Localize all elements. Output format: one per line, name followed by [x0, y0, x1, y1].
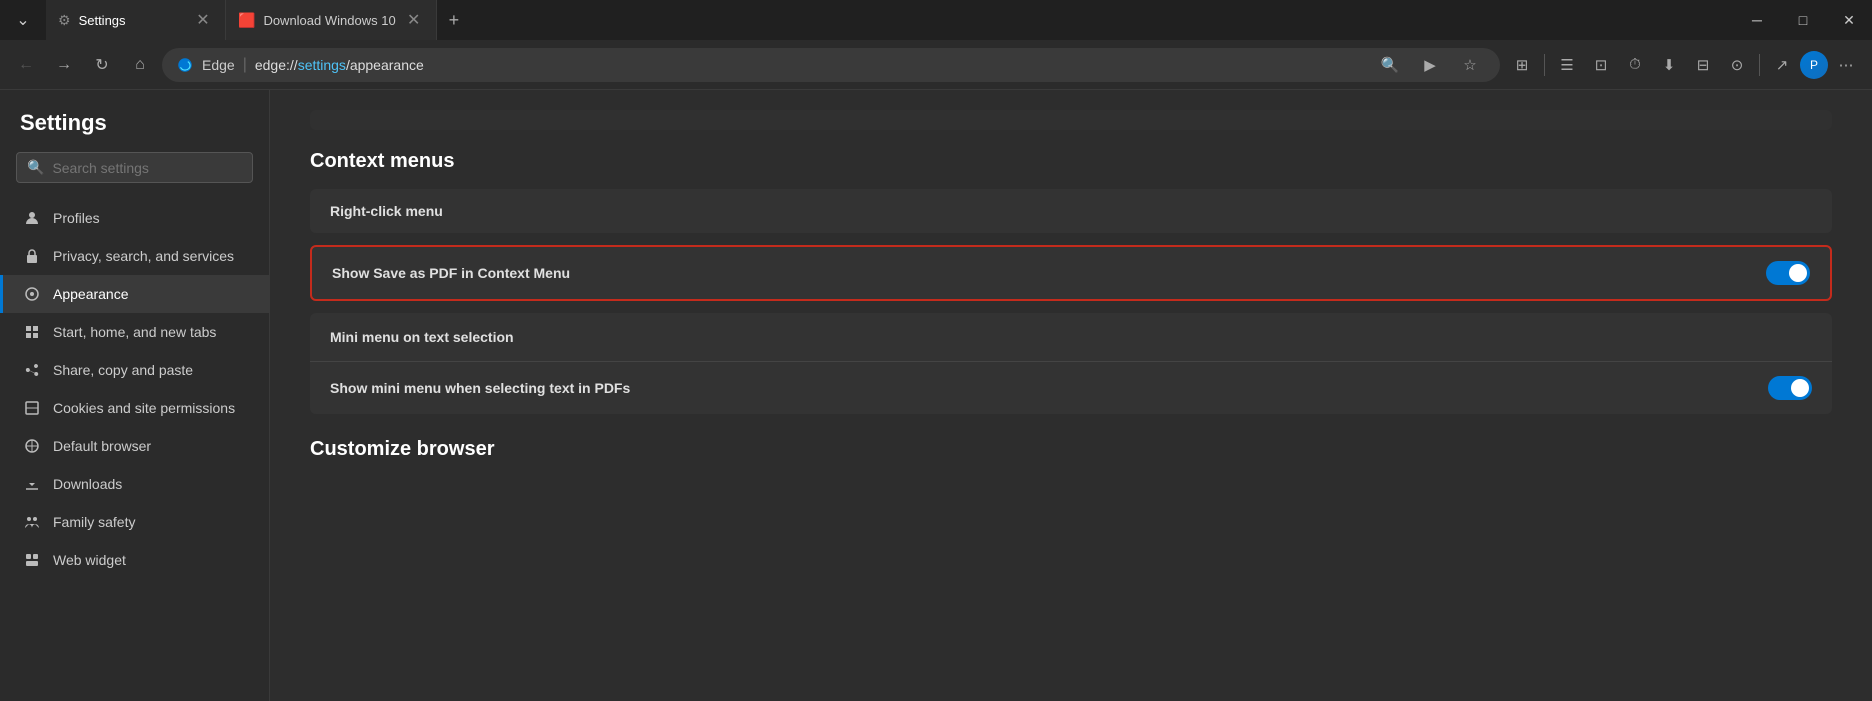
- close-button[interactable]: ✕: [1826, 0, 1872, 40]
- mini-menu-pdf-row: Show mini menu when selecting text in PD…: [310, 362, 1832, 414]
- edge-logo-icon: [176, 56, 194, 74]
- customize-browser-title: Customize browser: [310, 438, 1832, 461]
- collections-button[interactable]: ☰: [1551, 49, 1583, 81]
- browser-essentials-button[interactable]: ⊙: [1721, 49, 1753, 81]
- screenshot-button[interactable]: ⊟: [1687, 49, 1719, 81]
- new-tab-button[interactable]: +: [437, 0, 472, 40]
- sidebar-item-privacy[interactable]: Privacy, search, and services: [0, 237, 269, 275]
- minimize-button[interactable]: ─: [1734, 0, 1780, 40]
- refresh-button[interactable]: ↻: [86, 49, 118, 81]
- tab-download[interactable]: 🟥 Download Windows 10 ✕: [226, 0, 437, 40]
- tab-list-button[interactable]: ⌄: [0, 0, 46, 40]
- mini-menu-section-header: Mini menu on text selection: [310, 313, 1832, 362]
- zoom-button[interactable]: 🔍: [1374, 49, 1406, 81]
- main-content: Settings 🔍 Profiles Privacy, search, and…: [0, 90, 1872, 701]
- mini-menu-pdf-toggle-thumb: [1791, 379, 1809, 397]
- forward-button[interactable]: →: [48, 49, 80, 81]
- sidebar-item-appearance-label: Appearance: [53, 286, 129, 302]
- settings-tab-close[interactable]: ✕: [193, 10, 213, 30]
- privacy-icon: [23, 247, 41, 265]
- settings-tab-label: Settings: [79, 13, 126, 28]
- address-text: edge://settings/appearance: [255, 57, 1366, 73]
- save-pdf-card: Show Save as PDF in Context Menu: [310, 245, 1832, 301]
- sidebar-item-cookies-label: Cookies and site permissions: [53, 400, 235, 416]
- window-controls: ─ □ ✕: [1734, 0, 1872, 40]
- download-tab-icon: 🟥: [238, 12, 255, 29]
- sidebar-item-profiles[interactable]: Profiles: [0, 199, 269, 237]
- profiles-icon: [23, 209, 41, 227]
- more-options-button[interactable]: ⋯: [1830, 49, 1862, 81]
- sidebar-item-start[interactable]: Start, home, and new tabs: [0, 313, 269, 351]
- mini-menu-pdf-toggle[interactable]: [1768, 376, 1812, 400]
- mini-menu-card: Mini menu on text selection Show mini me…: [310, 313, 1832, 414]
- sidebar-item-share[interactable]: Share, copy and paste: [0, 351, 269, 389]
- address-highlight: settings: [298, 57, 346, 73]
- downloads-toolbar-button[interactable]: ⬇: [1653, 49, 1685, 81]
- sidebar-title: Settings: [0, 110, 269, 152]
- cookies-icon: [23, 399, 41, 417]
- sidebar-item-cookies[interactable]: Cookies and site permissions: [0, 389, 269, 427]
- sidebar-item-default[interactable]: Default browser: [0, 427, 269, 465]
- toolbar-icons: ⊞ ☰ ⊡ ⏱ ⬇ ⊟ ⊙ ↗ P ⋯: [1506, 49, 1862, 81]
- share-button[interactable]: ↗: [1766, 49, 1798, 81]
- settings-content: Context menus Right-click menu Show Save…: [270, 90, 1872, 701]
- history-button[interactable]: ⏱: [1619, 49, 1651, 81]
- appearance-icon: [23, 285, 41, 303]
- sidebar-item-downloads[interactable]: Downloads: [0, 465, 269, 503]
- top-partial-card: [310, 110, 1832, 130]
- right-click-card: Right-click menu: [310, 189, 1832, 233]
- sidebar-item-appearance[interactable]: Appearance: [0, 275, 269, 313]
- save-pdf-toggle-thumb: [1789, 264, 1807, 282]
- toolbar-divider: [1544, 54, 1545, 76]
- address-separator: |: [243, 56, 247, 74]
- family-icon: [23, 513, 41, 531]
- save-pdf-toggle[interactable]: [1766, 261, 1810, 285]
- immersive-reader-button[interactable]: ⊡: [1585, 49, 1617, 81]
- search-box[interactable]: 🔍: [16, 152, 253, 183]
- webwidget-icon: [23, 551, 41, 569]
- sidebar-item-webwidget[interactable]: Web widget: [0, 541, 269, 579]
- profile-avatar[interactable]: P: [1800, 51, 1828, 79]
- tab-settings[interactable]: ⚙ Settings ✕: [46, 0, 226, 40]
- edge-label: Edge: [202, 57, 235, 73]
- sidebar-item-privacy-label: Privacy, search, and services: [53, 248, 234, 264]
- start-icon: [23, 323, 41, 341]
- sidebar-item-start-label: Start, home, and new tabs: [53, 324, 216, 340]
- sidebar: Settings 🔍 Profiles Privacy, search, and…: [0, 90, 270, 701]
- download-tab-close[interactable]: ✕: [404, 10, 424, 30]
- favorites-button[interactable]: ☆: [1454, 49, 1486, 81]
- mini-menu-pdf-label: Show mini menu when selecting text in PD…: [330, 380, 630, 396]
- sidebar-item-default-label: Default browser: [53, 438, 151, 454]
- sidebar-item-webwidget-label: Web widget: [53, 552, 126, 568]
- sidebar-item-profiles-label: Profiles: [53, 210, 100, 226]
- tab-area: ⚙ Settings ✕ 🟥 Download Windows 10 ✕ +: [46, 0, 1734, 40]
- sidebar-item-downloads-label: Downloads: [53, 476, 122, 492]
- maximize-button[interactable]: □: [1780, 0, 1826, 40]
- extensions-button[interactable]: ⊞: [1506, 49, 1538, 81]
- right-click-menu-label: Right-click menu: [330, 203, 443, 219]
- save-pdf-label: Show Save as PDF in Context Menu: [332, 265, 570, 281]
- search-input[interactable]: [52, 160, 242, 176]
- title-bar: ⌄ ⚙ Settings ✕ 🟥 Download Windows 10 ✕ +…: [0, 0, 1872, 40]
- sidebar-item-share-label: Share, copy and paste: [53, 362, 193, 378]
- address-bar[interactable]: Edge | edge://settings/appearance 🔍 ▶ ☆: [162, 48, 1500, 82]
- context-menus-title: Context menus: [310, 150, 1832, 173]
- default-browser-icon: [23, 437, 41, 455]
- toolbar-divider2: [1759, 54, 1760, 76]
- read-aloud-button[interactable]: ▶: [1414, 49, 1446, 81]
- save-pdf-row: Show Save as PDF in Context Menu: [312, 247, 1830, 299]
- settings-tab-icon: ⚙: [58, 12, 71, 29]
- right-click-menu-row: Right-click menu: [310, 189, 1832, 233]
- share-icon: [23, 361, 41, 379]
- back-button[interactable]: ←: [10, 49, 42, 81]
- search-icon: 🔍: [27, 159, 44, 176]
- home-button[interactable]: ⌂: [124, 49, 156, 81]
- navigation-bar: ← → ↻ ⌂ Edge | edge://settings/appearanc…: [0, 40, 1872, 90]
- sidebar-item-family[interactable]: Family safety: [0, 503, 269, 541]
- sidebar-item-family-label: Family safety: [53, 514, 135, 530]
- downloads-icon: [23, 475, 41, 493]
- download-tab-label: Download Windows 10: [263, 13, 395, 28]
